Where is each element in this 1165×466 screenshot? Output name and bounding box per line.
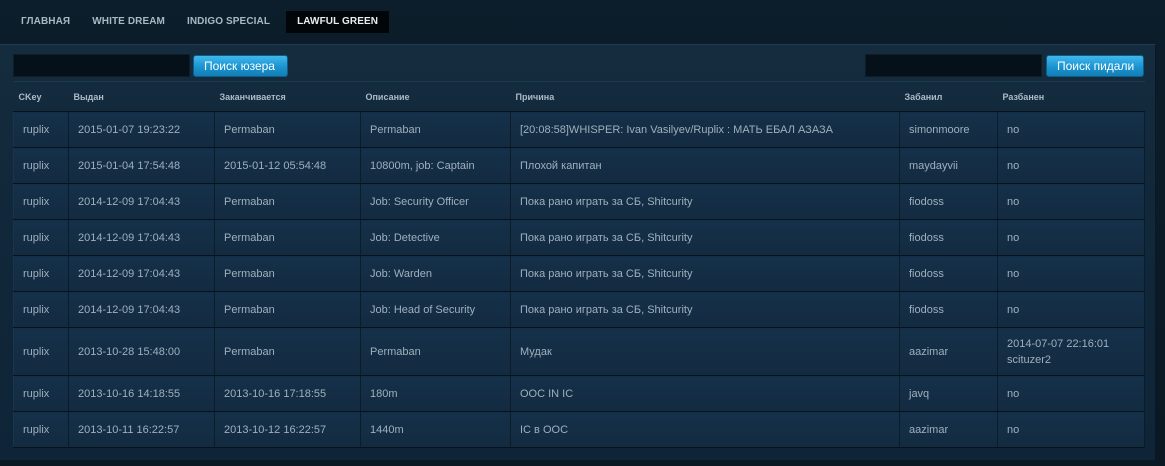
cell-ckey: ruplix — [13, 291, 69, 328]
cell-expires: 2013-10-12 16:22:57 — [214, 411, 361, 448]
cell-banned-by: javq — [899, 375, 998, 412]
cell-description: Job: Security Officer — [360, 183, 511, 220]
cell-expires: Permaban — [214, 111, 361, 148]
cell-reason: [20:08:58]WHISPER: Ivan Vasilyev/Ruplix … — [510, 111, 900, 148]
cell-issued: 2013-10-16 14:18:55 — [68, 375, 215, 412]
cell-unbanned: no — [997, 183, 1145, 220]
cell-unbanned: no — [997, 147, 1145, 184]
cell-banned-by: fiodoss — [899, 183, 998, 220]
cell-reason: Пока рано играть за СБ, Shitcurity — [510, 255, 900, 292]
search-toolbar: Поиск юзера Поиск пидали — [0, 45, 1155, 81]
page: ГЛАВНАЯ WHITE DREAM INDIGO SPECIAL LAWFU… — [0, 0, 1165, 466]
cell-description: 10800m, job: Captain — [360, 147, 511, 184]
cell-description: Job: Warden — [360, 255, 511, 292]
cell-issued: 2013-10-11 16:22:57 — [68, 411, 215, 448]
table-row: ruplix 2014-12-09 17:04:43 Permaban Job:… — [13, 255, 1145, 292]
cell-reason: Пока рано играть за СБ, Shitcurity — [510, 183, 900, 220]
cell-banned-by: maydayvii — [899, 147, 998, 184]
cell-issued: 2014-12-09 17:04:43 — [68, 291, 215, 328]
cell-expires: Permaban — [214, 183, 361, 220]
cell-unbanned: no — [997, 255, 1145, 292]
cell-banned-by: fiodoss — [899, 255, 998, 292]
cell-issued: 2015-01-07 19:23:22 — [68, 111, 215, 148]
cell-unbanned: no — [997, 375, 1145, 412]
cell-description: Job: Detective — [360, 219, 511, 256]
cell-banned-by: aazimar — [899, 411, 998, 448]
cell-ckey: ruplix — [13, 111, 69, 148]
cell-ckey: ruplix — [13, 327, 69, 376]
cell-expires: Permaban — [214, 327, 361, 376]
bans-table: CKey Выдан Заканчивается Описание Причин… — [13, 81, 1145, 448]
nav-tab-main[interactable]: ГЛАВНАЯ — [10, 11, 81, 33]
cell-reason: IC в OOC — [510, 411, 900, 448]
cell-description: Permaban — [360, 111, 511, 148]
cell-unbanned: no — [997, 411, 1145, 448]
cell-ckey: ruplix — [13, 219, 69, 256]
table-row: ruplix 2013-10-16 14:18:55 2013-10-16 17… — [13, 375, 1145, 412]
cell-issued: 2013-10-28 15:48:00 — [68, 327, 215, 376]
cell-expires: Permaban — [214, 255, 361, 292]
cell-unbanned: no — [997, 291, 1145, 328]
cell-issued: 2015-01-04 17:54:48 — [68, 147, 215, 184]
cell-description: Job: Head of Security — [360, 291, 511, 328]
column-header-unbanned[interactable]: Разбанен — [997, 81, 1145, 112]
admin-search-input[interactable] — [865, 54, 1042, 77]
cell-ckey: ruplix — [13, 375, 69, 412]
column-header-issued[interactable]: Выдан — [68, 81, 215, 112]
cell-reason: Плохой капитан — [510, 147, 900, 184]
cell-expires: Permaban — [214, 291, 361, 328]
table-row: ruplix 2013-10-28 15:48:00 Permaban Perm… — [13, 327, 1145, 376]
nav-tab-lawful-green[interactable]: LAWFUL GREEN — [286, 11, 390, 33]
cell-expires: Permaban — [214, 219, 361, 256]
ban-list-panel: Поиск юзера Поиск пидали CKey Выдан Зака… — [0, 44, 1156, 460]
cell-banned-by: aazimar — [899, 327, 998, 376]
column-header-ckey[interactable]: CKey — [13, 81, 69, 112]
cell-ckey: ruplix — [13, 147, 69, 184]
table-row: ruplix 2014-12-09 17:04:43 Permaban Job:… — [13, 183, 1145, 220]
column-header-description[interactable]: Описание — [360, 81, 511, 112]
cell-ckey: ruplix — [13, 411, 69, 448]
cell-description: 180m — [360, 375, 511, 412]
cell-issued: 2014-12-09 17:04:43 — [68, 183, 215, 220]
column-header-expires[interactable]: Заканчивается — [214, 81, 361, 112]
cell-unbanned: no — [997, 219, 1145, 256]
table-row: ruplix 2014-12-09 17:04:43 Permaban Job:… — [13, 291, 1145, 328]
user-search-button[interactable]: Поиск юзера — [193, 55, 288, 77]
cell-banned-by: simonmoore — [899, 111, 998, 148]
cell-banned-by: fiodoss — [899, 291, 998, 328]
top-navigation: ГЛАВНАЯ WHITE DREAM INDIGO SPECIAL LAWFU… — [0, 0, 1165, 44]
column-header-reason[interactable]: Причина — [510, 81, 900, 112]
cell-banned-by: fiodoss — [899, 219, 998, 256]
cell-ckey: ruplix — [13, 255, 69, 292]
cell-description: 1440m — [360, 411, 511, 448]
cell-issued: 2014-12-09 17:04:43 — [68, 255, 215, 292]
nav-tab-indigo-special[interactable]: INDIGO SPECIAL — [176, 11, 281, 33]
cell-unbanned: 2014-07-07 22:16:01 scituzer2 — [997, 327, 1145, 376]
cell-issued: 2014-12-09 17:04:43 — [68, 219, 215, 256]
table-row: ruplix 2015-01-07 19:23:22 Permaban Perm… — [13, 111, 1145, 148]
cell-expires: 2013-10-16 17:18:55 — [214, 375, 361, 412]
admin-search-button[interactable]: Поиск пидали — [1046, 55, 1144, 77]
cell-reason: Мудак — [510, 327, 900, 376]
table-row: ruplix 2013-10-11 16:22:57 2013-10-12 16… — [13, 411, 1145, 448]
column-header-banned-by[interactable]: Забанил — [899, 81, 998, 112]
cell-reason: OOC IN IC — [510, 375, 900, 412]
table-header-row: CKey Выдан Заканчивается Описание Причин… — [13, 81, 1145, 112]
table-row: ruplix 2014-12-09 17:04:43 Permaban Job:… — [13, 219, 1145, 256]
nav-tab-white-dream[interactable]: WHITE DREAM — [81, 11, 176, 33]
cell-reason: Пока рано играть за СБ, Shitcurity — [510, 219, 900, 256]
cell-expires: 2015-01-12 05:54:48 — [214, 147, 361, 184]
cell-description: Permaban — [360, 327, 511, 376]
cell-ckey: ruplix — [13, 183, 69, 220]
cell-reason: Пока рано играть за СБ, Shitcurity — [510, 291, 900, 328]
user-search-input[interactable] — [13, 54, 190, 77]
table-row: ruplix 2015-01-04 17:54:48 2015-01-12 05… — [13, 147, 1145, 184]
cell-unbanned: no — [997, 111, 1145, 148]
